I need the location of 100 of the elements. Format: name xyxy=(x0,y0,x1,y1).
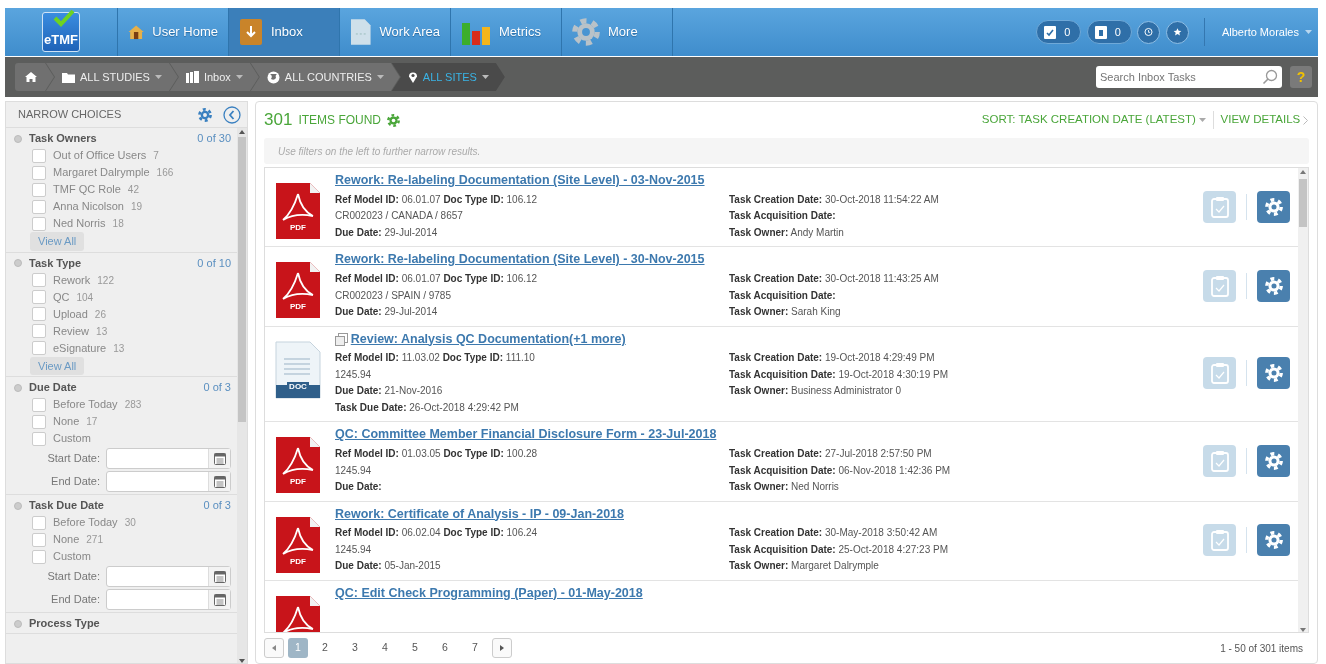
calendar-button[interactable] xyxy=(208,590,230,609)
scrollbar-thumb[interactable] xyxy=(238,137,246,422)
date-field[interactable] xyxy=(106,448,231,469)
scroll-up-icon[interactable] xyxy=(239,130,245,134)
task-title-link[interactable]: QC: Edit Check Programming (Paper) - 01-May-2018 xyxy=(335,584,643,602)
filter-option[interactable]: Out of Office Users xyxy=(53,147,147,164)
collapse-dot-icon[interactable] xyxy=(14,383,22,392)
checkbox[interactable] xyxy=(32,414,46,429)
scroll-up-icon[interactable] xyxy=(1300,170,1306,174)
sort-dropdown[interactable]: SORT: TASK CREATION DATE (LATEST) xyxy=(980,110,1207,130)
date-field[interactable] xyxy=(106,566,231,587)
search-field[interactable]: Search Inbox Tasks xyxy=(1096,66,1282,88)
filter-option[interactable]: Before Today xyxy=(53,396,118,413)
checkbox[interactable] xyxy=(32,515,46,530)
filter-group-title[interactable]: Task Type xyxy=(29,254,82,272)
collapse-dot-icon[interactable] xyxy=(14,259,22,267)
page-button[interactable]: 1 xyxy=(288,638,308,658)
previous-page-button[interactable] xyxy=(264,638,284,658)
date-field[interactable] xyxy=(106,471,231,492)
collapse-icon[interactable] xyxy=(223,105,241,124)
task-title-link[interactable]: Review: Analysis QC Documentation(+1 more) xyxy=(350,330,626,348)
settings-icon[interactable] xyxy=(387,113,401,127)
task-title-link[interactable]: Rework: Re-labeling Documentation (Site Level) - 03-Nov-2015 xyxy=(335,172,705,189)
calendar-button[interactable] xyxy=(208,449,230,468)
settings-icon[interactable] xyxy=(198,107,212,122)
filter-option[interactable]: Custom xyxy=(53,430,91,447)
page-button[interactable]: 6 xyxy=(432,638,458,658)
task-settings-button[interactable] xyxy=(1257,524,1290,557)
view-all-button[interactable]: View All xyxy=(30,232,85,251)
calendar-button[interactable] xyxy=(208,472,230,491)
filter-option[interactable]: Before Today xyxy=(53,514,118,531)
user-menu[interactable]: Alberto Morales xyxy=(1220,22,1313,42)
task-title-link[interactable]: QC: Committee Member Financial Disclosure Form - 23-Jul-2018 xyxy=(335,426,717,444)
filter-option[interactable]: Rework xyxy=(53,271,91,289)
nav-tab[interactable]: Metrics xyxy=(451,8,562,56)
task-settings-button[interactable] xyxy=(1257,444,1290,477)
view-details-link[interactable]: VIEW DETAILS xyxy=(1219,110,1309,130)
filter-option[interactable]: QC xyxy=(53,288,70,306)
checkbox[interactable] xyxy=(32,307,46,321)
date-field[interactable] xyxy=(106,589,231,610)
calendar-button[interactable] xyxy=(208,567,230,586)
checkbox[interactable] xyxy=(32,549,46,564)
breadcrumb-item[interactable]: ALL STUDIES xyxy=(46,63,178,91)
help-button[interactable]: ? xyxy=(1290,66,1312,88)
checkbox[interactable] xyxy=(32,397,46,412)
task-counter[interactable]: 0 xyxy=(1036,20,1082,44)
collapse-dot-icon[interactable] xyxy=(14,134,22,143)
collapse-dot-icon[interactable] xyxy=(14,501,22,510)
filter-group-title[interactable]: Due Date xyxy=(29,379,77,396)
task-title-link[interactable]: Rework: Re-labeling Documentation (Site Level) - 30-Nov-2015 xyxy=(335,251,705,269)
favorites-button[interactable] xyxy=(1165,20,1189,44)
nav-tab[interactable]: More xyxy=(562,8,673,56)
page-button[interactable]: 5 xyxy=(402,638,428,658)
task-detail: Ref Model ID: 06.01.07 Doc Type ID: 106.12 xyxy=(335,192,539,207)
checkbox[interactable] xyxy=(32,199,46,214)
filter-option[interactable]: TMF QC Role xyxy=(53,181,121,198)
task-settings-button[interactable] xyxy=(1257,190,1290,223)
breadcrumb-item[interactable]: Inbox xyxy=(169,63,259,91)
checkbox[interactable] xyxy=(32,273,46,287)
filter-option[interactable]: eSignature xyxy=(53,339,107,357)
filter-option[interactable]: None xyxy=(53,413,80,430)
filter-option[interactable]: Ned Norris xyxy=(53,215,106,232)
checkbox[interactable] xyxy=(32,324,46,338)
filter-group-title[interactable]: Task Owners xyxy=(29,130,97,147)
clipboard-counter[interactable]: 0 xyxy=(1086,20,1132,44)
scroll-down-icon[interactable] xyxy=(239,659,245,663)
scrollbar-thumb[interactable] xyxy=(1299,179,1307,227)
checkbox[interactable] xyxy=(32,148,46,163)
checkbox[interactable] xyxy=(32,216,46,231)
filter-option[interactable]: None xyxy=(53,531,80,548)
page-button[interactable]: 7 xyxy=(462,638,488,658)
checkbox[interactable] xyxy=(32,431,46,446)
breadcrumb-item[interactable]: ALL SITES xyxy=(391,63,505,91)
task-settings-button[interactable] xyxy=(1257,357,1290,390)
page-button[interactable]: 2 xyxy=(312,638,338,658)
filter-option[interactable]: Upload xyxy=(53,305,88,323)
nav-tab[interactable]: Work Area xyxy=(340,8,451,56)
filter-option[interactable]: Custom xyxy=(53,548,91,565)
checkbox[interactable] xyxy=(32,341,46,355)
scroll-down-icon[interactable] xyxy=(1300,628,1306,632)
filter-option[interactable]: Review xyxy=(53,322,90,340)
page-button[interactable]: 3 xyxy=(342,638,368,658)
nav-tab[interactable]: Inbox xyxy=(229,8,340,56)
checkbox[interactable] xyxy=(32,165,46,180)
view-all-button[interactable]: View All xyxy=(30,356,85,375)
checkbox[interactable] xyxy=(32,182,46,197)
filter-option[interactable]: Anna Nicolson xyxy=(53,198,124,215)
next-page-button[interactable] xyxy=(492,638,512,658)
filter-option[interactable]: Margaret Dalrymple xyxy=(53,164,150,181)
filter-group-title[interactable]: Task Due Date xyxy=(29,497,104,514)
history-button[interactable] xyxy=(1137,20,1161,44)
checkbox[interactable] xyxy=(32,532,46,547)
checkbox[interactable] xyxy=(32,290,46,304)
page-button[interactable]: 4 xyxy=(372,638,398,658)
collapse-dot-icon[interactable] xyxy=(14,619,22,628)
breadcrumb-item[interactable]: ALL COUNTRIES xyxy=(250,63,400,91)
task-title-link[interactable]: Rework: Certificate of Analysis - IP - 09-Jan-2018 xyxy=(335,505,624,523)
home-button[interactable] xyxy=(15,63,54,91)
task-settings-button[interactable] xyxy=(1257,269,1290,302)
filter-group-title[interactable]: Process Type xyxy=(29,615,100,632)
